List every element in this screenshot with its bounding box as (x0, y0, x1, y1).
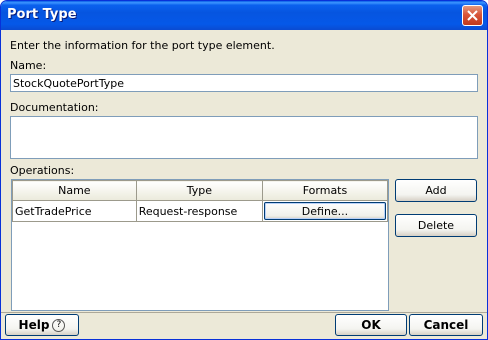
column-header-type[interactable]: Type (135, 180, 263, 201)
port-type-dialog: Port Type Enter the information for the … (0, 0, 488, 340)
table-header-row: Name Type Formats (12, 180, 389, 201)
help-button[interactable]: Help? (5, 314, 79, 336)
cancel-button[interactable]: Cancel (409, 314, 483, 336)
close-button[interactable] (462, 5, 483, 26)
window-title: Port Type (7, 7, 77, 22)
documentation-field[interactable] (10, 116, 478, 159)
help-question-icon: ? (52, 319, 66, 332)
delete-button[interactable]: Delete (395, 214, 477, 237)
operation-type-cell[interactable]: Request-response (135, 200, 263, 222)
title-bar[interactable]: Port Type (1, 1, 487, 30)
documentation-label: Documentation: (10, 101, 99, 114)
column-header-name[interactable]: Name (12, 180, 137, 201)
operation-name-cell[interactable]: GetTradePrice (12, 200, 137, 222)
footer-divider (1, 312, 487, 313)
table-row[interactable]: GetTradePrice Request-response Define... (12, 200, 389, 222)
column-header-formats[interactable]: Formats (261, 180, 389, 201)
help-label: Help (18, 318, 50, 332)
ok-button[interactable]: OK (335, 314, 407, 336)
close-icon (467, 10, 478, 21)
define-formats-button[interactable]: Define... (263, 202, 386, 220)
operation-formats-cell: Define... (261, 200, 389, 222)
name-label: Name: (10, 59, 47, 72)
operations-table: Name Type Formats GetTradePrice Request-… (11, 179, 389, 311)
name-field[interactable]: StockQuotePortType (10, 74, 478, 92)
instructions-text: Enter the information for the port type … (10, 39, 275, 52)
add-button[interactable]: Add (395, 179, 477, 202)
operations-label: Operations: (10, 164, 75, 177)
